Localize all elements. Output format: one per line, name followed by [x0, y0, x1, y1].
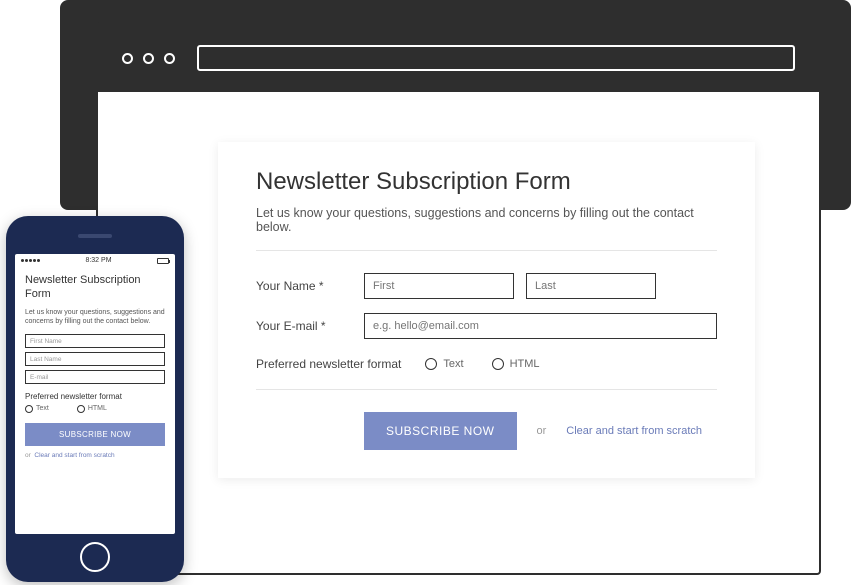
- phone-radio-html-label: HTML: [88, 405, 107, 412]
- phone-form-subtitle: Let us know your questions, suggestions …: [25, 308, 165, 326]
- phone-form-title: Newsletter Subscription Form: [25, 273, 165, 302]
- window-dot[interactable]: [164, 53, 175, 64]
- first-name-input[interactable]: [364, 273, 514, 299]
- phone-footer: or Clear and start from scratch: [25, 452, 165, 459]
- radio-icon: [492, 358, 504, 370]
- radio-icon: [25, 405, 33, 413]
- battery-icon: [157, 258, 169, 264]
- phone-screen: 8:32 PM Newsletter Subscription Form Let…: [15, 254, 175, 534]
- phone-speaker: [78, 234, 112, 238]
- phone-last-name-input[interactable]: Last Name: [25, 352, 165, 366]
- radio-html-label: HTML: [510, 358, 540, 370]
- email-input[interactable]: [364, 313, 717, 339]
- format-row: Preferred newsletter format Text HTML: [256, 357, 717, 390]
- subscribe-button[interactable]: SUBSCRIBE NOW: [364, 412, 517, 450]
- phone-clear-link[interactable]: Clear and start from scratch: [34, 452, 114, 459]
- browser-topbar: [98, 24, 819, 92]
- radio-icon: [425, 358, 437, 370]
- form-title: Newsletter Subscription Form: [256, 168, 717, 196]
- radio-text-option[interactable]: Text: [425, 358, 463, 370]
- phone-first-name-input[interactable]: First Name: [25, 334, 165, 348]
- format-label: Preferred newsletter format: [256, 357, 401, 371]
- radio-html-option[interactable]: HTML: [492, 358, 540, 370]
- radio-text-label: Text: [443, 358, 463, 370]
- email-row: Your E-mail *: [256, 313, 717, 339]
- name-label: Your Name *: [256, 279, 364, 293]
- phone-time: 8:32 PM: [85, 257, 111, 264]
- form-actions: SUBSCRIBE NOW or Clear and start from sc…: [256, 412, 717, 450]
- url-bar[interactable]: [197, 45, 795, 71]
- phone-radio-html[interactable]: HTML: [77, 405, 107, 413]
- subscription-form-card: Newsletter Subscription Form Let us know…: [218, 142, 755, 478]
- name-row: Your Name *: [256, 273, 717, 299]
- phone-mockup: 8:32 PM Newsletter Subscription Form Let…: [6, 216, 184, 582]
- phone-format-label: Preferred newsletter format: [25, 392, 165, 401]
- phone-radio-text[interactable]: Text: [25, 405, 49, 413]
- phone-email-input[interactable]: E-mail: [25, 370, 165, 384]
- window-dot[interactable]: [143, 53, 154, 64]
- phone-radio-text-label: Text: [36, 405, 49, 412]
- browser-content: Newsletter Subscription Form Let us know…: [98, 92, 819, 498]
- phone-or-text: or: [25, 452, 31, 459]
- window-controls: [122, 53, 175, 64]
- clear-link[interactable]: Clear and start from scratch: [566, 425, 702, 437]
- or-text: or: [537, 425, 547, 437]
- window-dot[interactable]: [122, 53, 133, 64]
- phone-statusbar: 8:32 PM: [15, 254, 175, 267]
- last-name-input[interactable]: [526, 273, 656, 299]
- phone-content: Newsletter Subscription Form Let us know…: [15, 267, 175, 465]
- radio-icon: [77, 405, 85, 413]
- phone-home-button[interactable]: [80, 542, 110, 572]
- browser-window: Newsletter Subscription Form Let us know…: [96, 22, 821, 575]
- phone-subscribe-button[interactable]: SUBSCRIBE NOW: [25, 423, 165, 446]
- email-label: Your E-mail *: [256, 319, 364, 333]
- phone-radio-group: Text HTML: [25, 405, 165, 413]
- form-subtitle: Let us know your questions, suggestions …: [256, 206, 717, 251]
- signal-icon: [21, 259, 40, 262]
